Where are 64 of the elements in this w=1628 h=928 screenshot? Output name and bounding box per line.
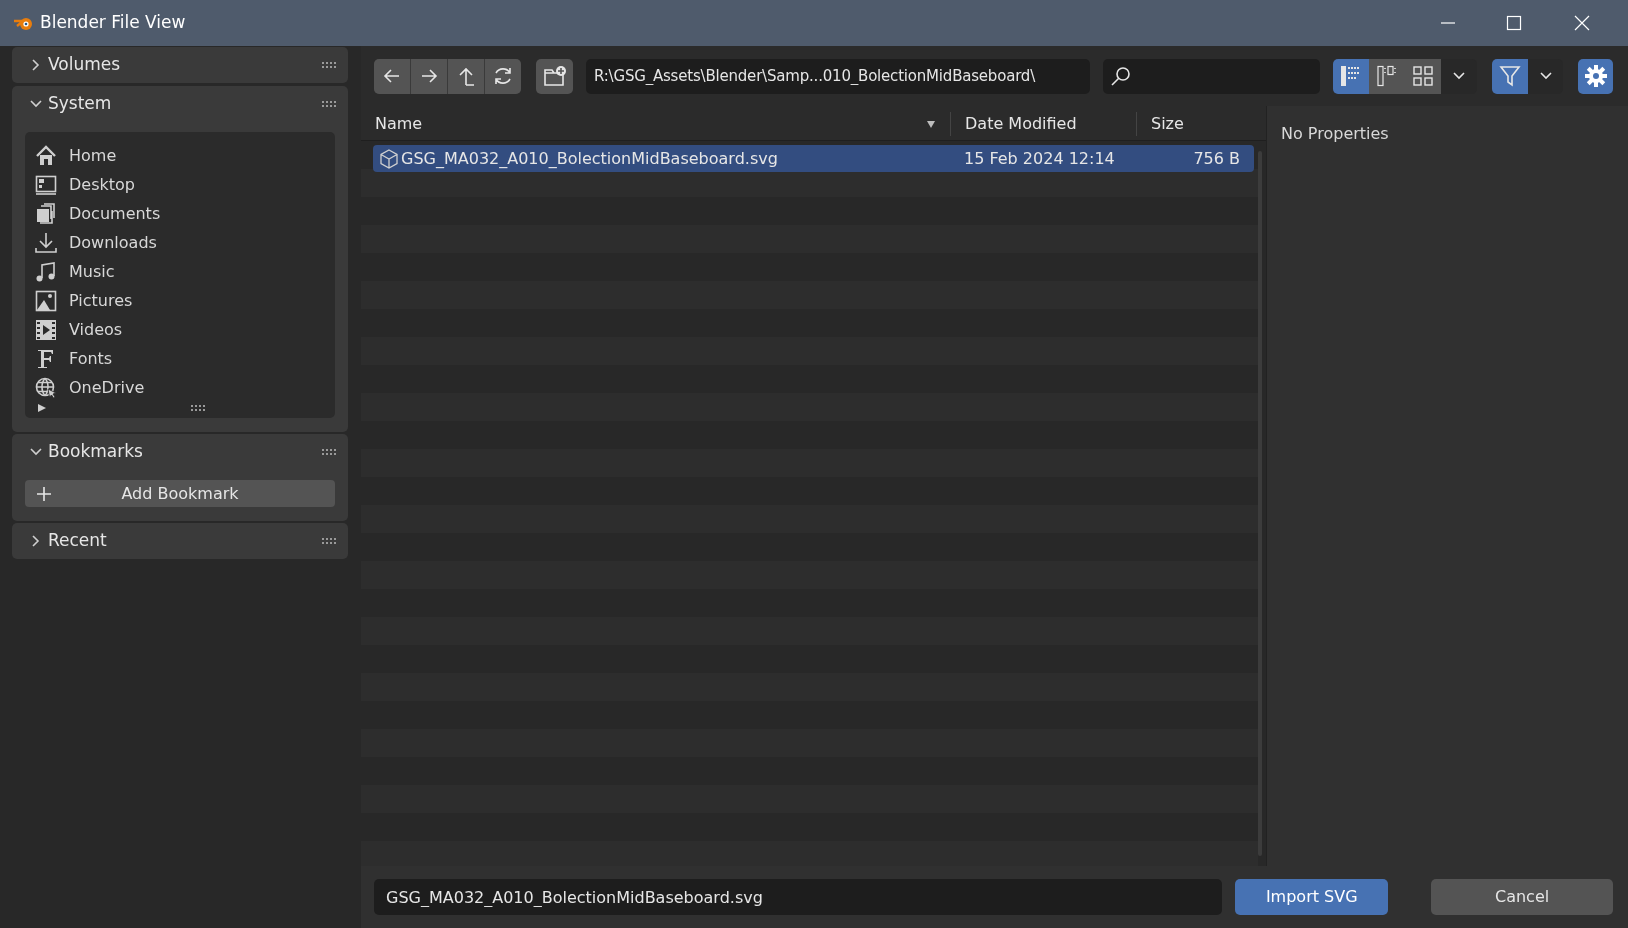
desktop-icon — [35, 173, 57, 196]
place-item[interactable]: Downloads — [69, 230, 157, 255]
panel-title[interactable]: Recent — [48, 528, 322, 554]
file-date: 15 Feb 2024 12:14 — [963, 147, 1116, 170]
place-item[interactable]: Pictures — [69, 288, 133, 313]
place-item[interactable]: OneDrive — [69, 375, 145, 400]
view-mode-button[interactable] — [1333, 58, 1369, 94]
columns-view-icon — [1376, 65, 1398, 87]
search-icon — [1111, 66, 1131, 86]
new-folder-icon — [542, 65, 567, 87]
plus-icon — [37, 486, 51, 501]
search-field[interactable] — [1103, 58, 1320, 94]
filter-icon — [1499, 65, 1521, 87]
home-icon — [35, 144, 57, 167]
drag-handle-icon[interactable] — [322, 449, 336, 455]
expand-triangle-icon[interactable] — [37, 403, 47, 413]
path-field[interactable]: R:\GSG_Assets\Blender\Samp...010_BolectionMidBaseboard\ — [586, 58, 1090, 94]
picture-icon — [35, 289, 57, 312]
settings-button[interactable] — [1578, 58, 1613, 94]
thumbnail-view-icon — [1412, 65, 1434, 87]
resize-handle-icon[interactable] — [191, 405, 205, 411]
place-item[interactable]: Documents — [69, 201, 161, 226]
add-bookmark-button[interactable]: Add Bookmark — [25, 480, 335, 507]
view-mode-button[interactable] — [1405, 58, 1441, 94]
download-icon — [35, 231, 57, 254]
cancel-button[interactable]: Cancel — [1431, 879, 1613, 915]
settings-icon — [1584, 65, 1607, 87]
filter-toggle[interactable] — [1492, 58, 1528, 94]
import-button[interactable]: Import SVG — [1235, 879, 1389, 915]
file-name: GSG_MA032_A010_BolectionMidBaseboard.svg — [401, 147, 778, 170]
drag-handle-icon[interactable] — [322, 101, 336, 107]
cube-icon — [379, 148, 399, 169]
column-header[interactable]: Name — [375, 112, 926, 136]
back-arrow-button[interactable] — [374, 58, 410, 94]
drag-handle-icon[interactable] — [322, 538, 336, 544]
drag-handle-icon[interactable] — [322, 62, 336, 68]
new-folder-button[interactable] — [536, 58, 573, 94]
documents-icon — [35, 202, 57, 225]
window-title: Blender File View — [40, 11, 186, 35]
place-item[interactable]: Videos — [69, 317, 123, 342]
place-item[interactable]: Fonts — [69, 346, 113, 371]
list-view-icon — [1340, 65, 1362, 87]
globe-icon — [35, 376, 57, 399]
forward-arrow-button[interactable] — [411, 58, 447, 94]
properties-text: No Properties — [1281, 124, 1389, 143]
parent-folder-button[interactable] — [448, 58, 484, 94]
music-note-icon — [35, 260, 57, 283]
file-row[interactable]: GSG_MA032_A010_BolectionMidBaseboard.svg 15 Feb 2024 12:14 756 B — [373, 145, 1254, 172]
place-item[interactable]: Music — [69, 259, 115, 284]
column-header[interactable]: Size — [1151, 112, 1237, 136]
panel-title[interactable]: System — [48, 91, 322, 117]
place-item[interactable]: Desktop — [69, 172, 135, 197]
filename-field[interactable]: GSG_MA032_A010_BolectionMidBaseboard.svg — [374, 879, 1223, 915]
close-icon[interactable] — [1574, 15, 1590, 31]
refresh-icon — [492, 65, 514, 87]
view-mode-button[interactable] — [1369, 58, 1405, 94]
place-item[interactable]: Home — [69, 143, 117, 168]
panel-title[interactable]: Bookmarks — [48, 439, 322, 465]
maximize-icon[interactable] — [1506, 15, 1522, 31]
film-icon — [35, 318, 57, 341]
panel-title[interactable]: Volumes — [48, 52, 322, 78]
refresh-button[interactable] — [485, 58, 521, 94]
column-header[interactable]: Date Modified — [965, 112, 1122, 136]
file-size: 756 B — [1192, 147, 1241, 170]
